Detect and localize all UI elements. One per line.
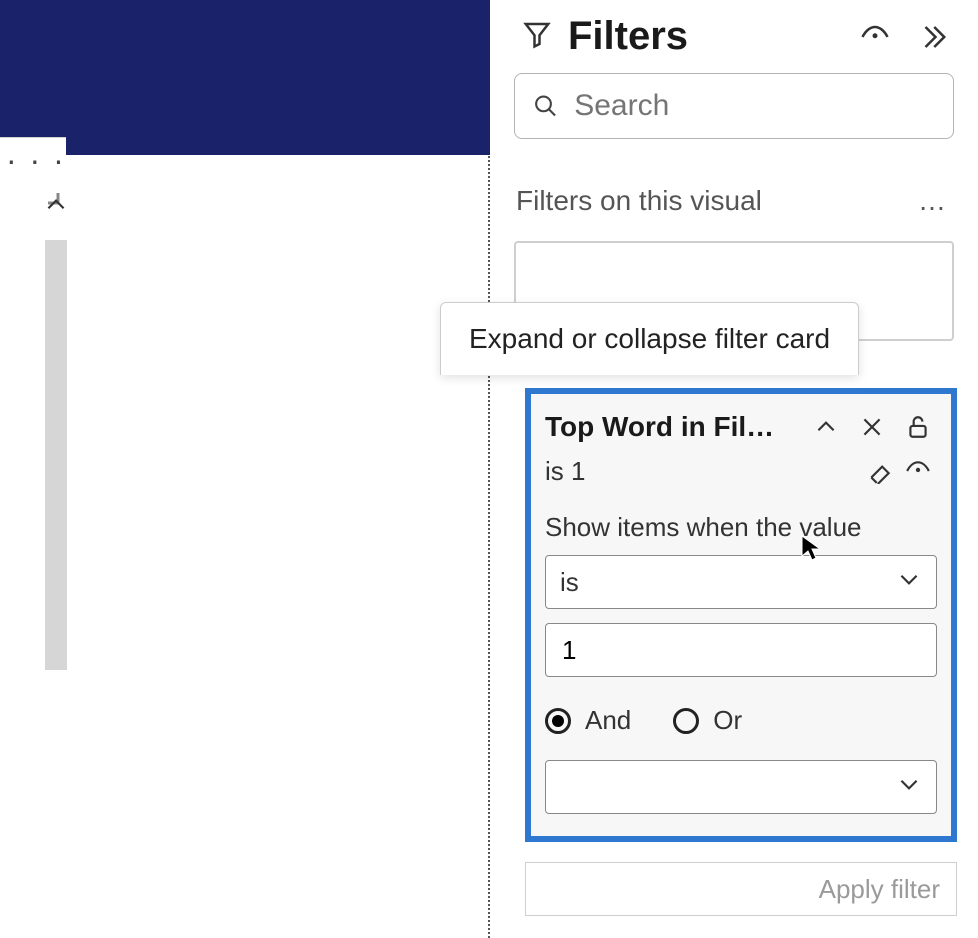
visual-background bbox=[0, 0, 490, 155]
filter-summary: is 1 bbox=[545, 456, 861, 487]
filter-card-title: Top Word in Film ... bbox=[545, 411, 799, 443]
lock-filter-button[interactable] bbox=[899, 408, 937, 446]
section-more-button[interactable]: … bbox=[912, 179, 952, 223]
logic-and-radio[interactable] bbox=[545, 708, 571, 734]
filter-search-field[interactable] bbox=[572, 88, 935, 124]
pane-visibility-toggle[interactable] bbox=[854, 16, 896, 58]
clear-filter-button[interactable] bbox=[861, 452, 899, 490]
visual-options-ellipsis[interactable]: · · · bbox=[6, 142, 66, 179]
logic-or-label: Or bbox=[713, 705, 742, 736]
search-icon bbox=[533, 92, 558, 120]
filter-card-expanded: Top Word in Film ... is 1 Show items whe… bbox=[525, 388, 957, 842]
remove-filter-button[interactable] bbox=[853, 408, 891, 446]
filter-icon bbox=[522, 19, 552, 54]
logic-or-radio[interactable] bbox=[673, 708, 699, 734]
more-icon: … bbox=[918, 185, 946, 217]
pane-title: Filters bbox=[568, 14, 838, 59]
condition-select-1-value: is bbox=[560, 567, 579, 598]
apply-filter-label: Apply filter bbox=[819, 874, 940, 905]
chevron-down-icon bbox=[896, 566, 922, 599]
hide-filter-button[interactable] bbox=[899, 452, 937, 490]
chevron-down-icon bbox=[896, 771, 922, 804]
logic-and-label: And bbox=[585, 705, 631, 736]
report-canvas[interactable]: · · · bbox=[0, 0, 490, 938]
value-input-1-field[interactable] bbox=[560, 634, 922, 667]
condition-select-2[interactable] bbox=[545, 760, 937, 814]
value-input-1[interactable] bbox=[545, 623, 937, 677]
scroll-thumb[interactable] bbox=[45, 240, 67, 670]
scroll-up-icon[interactable] bbox=[42, 190, 70, 220]
section-title: Filters on this visual bbox=[516, 185, 912, 217]
tooltip: Expand or collapse filter card bbox=[440, 302, 859, 375]
condition-select-1[interactable]: is bbox=[545, 555, 937, 609]
collapse-pane-button[interactable] bbox=[912, 16, 954, 58]
apply-filter-button[interactable]: Apply filter bbox=[525, 862, 957, 916]
collapse-card-button[interactable] bbox=[807, 408, 845, 446]
vertical-scrollbar[interactable] bbox=[42, 190, 70, 938]
filter-search-input[interactable] bbox=[514, 73, 954, 139]
filter-prompt-label: Show items when the value bbox=[545, 512, 937, 543]
